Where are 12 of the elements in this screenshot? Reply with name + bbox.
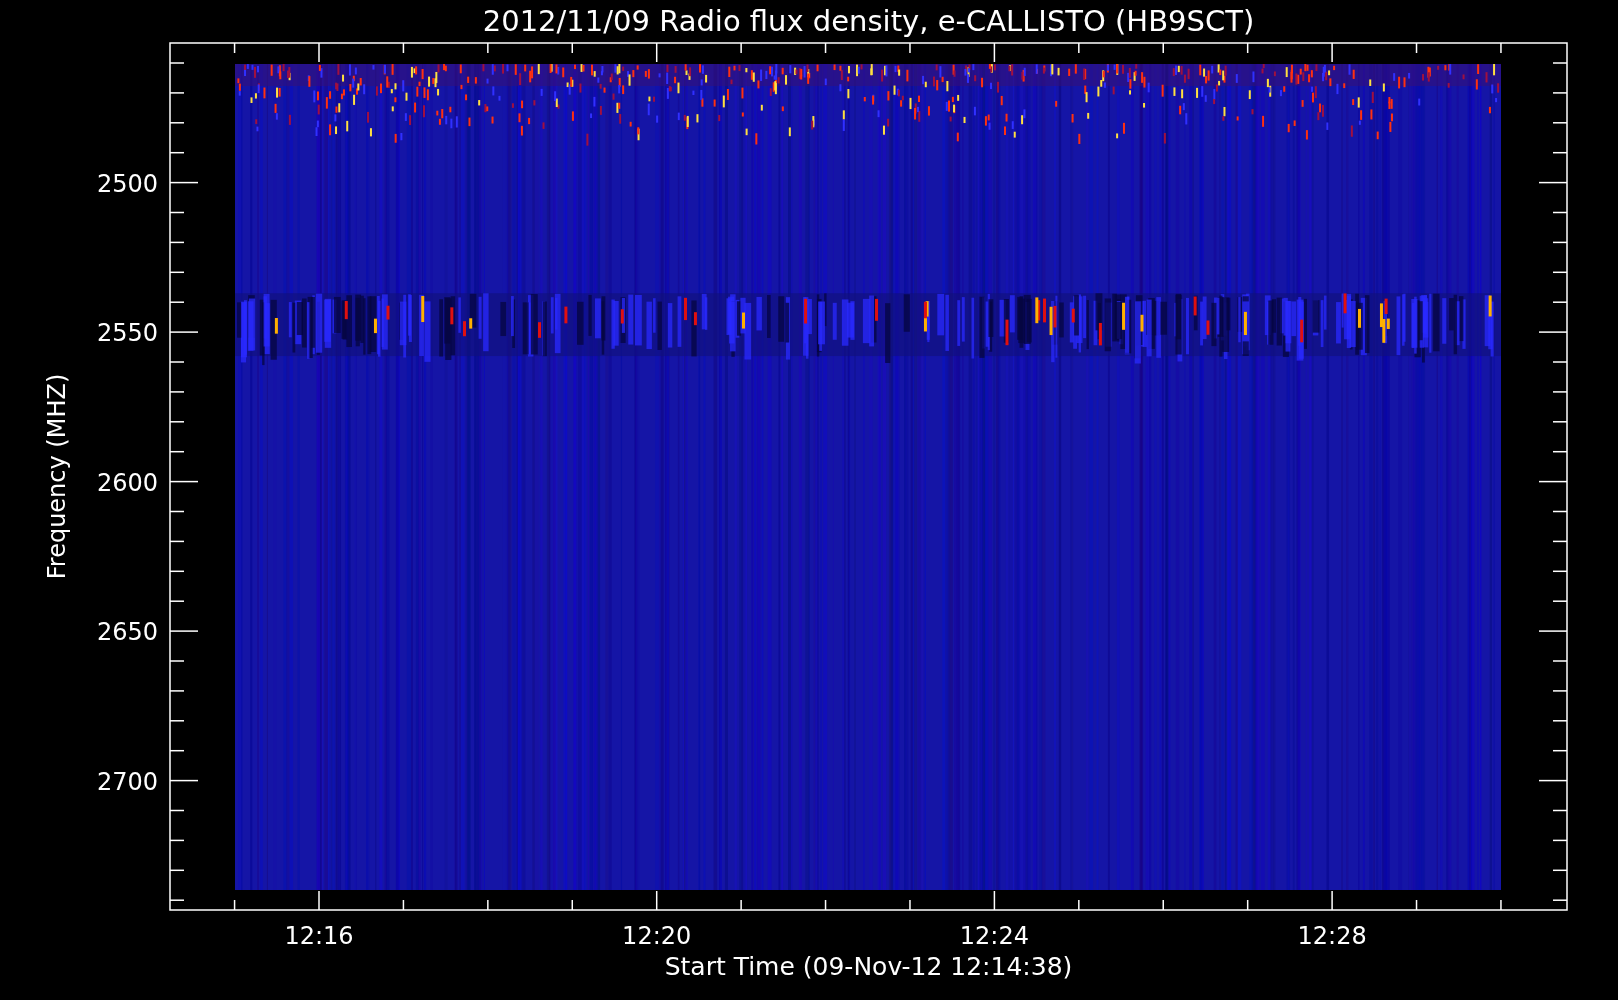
y-axis-label: Frequency (MHZ) [43,373,71,580]
chart-title: 2012/11/09 Radio flux density, e-CALLISTO (HB9SCT) [482,4,1255,38]
x-tick-label: 12:20 [622,922,692,950]
x-axis-label: Start Time (09-Nov-12 12:14:38) [664,952,1073,981]
x-tick-label: 12:28 [1297,922,1367,950]
y-tick-label: 2650 [96,618,158,647]
x-tick-label: 12:24 [959,922,1029,950]
x-tick-label: 12:16 [284,922,354,950]
y-tick-label: 2700 [96,767,158,796]
y-tick-label: 2600 [96,468,158,497]
y-tick-label: 2500 [96,169,158,198]
y-tick-label: 2550 [96,319,158,348]
